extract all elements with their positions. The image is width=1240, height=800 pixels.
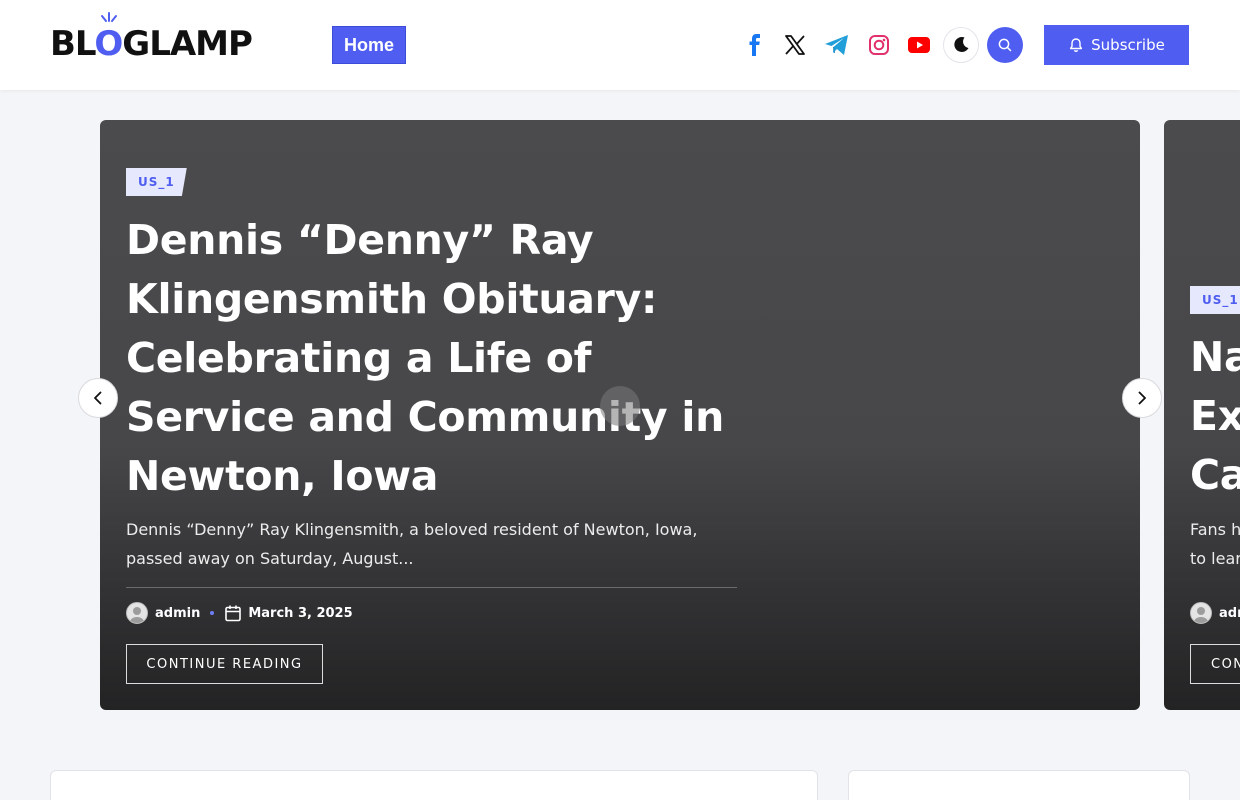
slide-excerpt: Fans h to lear (1190, 515, 1240, 573)
excerpt-line: Fans h (1190, 520, 1240, 539)
nav-home-link[interactable]: Home (332, 26, 406, 64)
chevron-left-icon (94, 391, 102, 405)
category-badge[interactable]: US_1 (1190, 286, 1240, 314)
author-name[interactable]: adm (1219, 606, 1240, 621)
slider-next-button[interactable] (1122, 378, 1162, 418)
post-meta: admin March 3, 2025 (126, 601, 353, 625)
calendar-icon (224, 604, 242, 622)
site-header: BLO GLAMP Home Subscribe (0, 0, 1240, 90)
meta-separator (210, 611, 215, 615)
content-card (50, 770, 818, 800)
category-badge[interactable]: US_1 (126, 168, 187, 196)
title-line: Ca (1190, 451, 1240, 499)
next-slide[interactable]: US_1 Na Ex Ca Fans h to lear adm CON (1164, 120, 1240, 710)
bell-icon (1070, 38, 1083, 53)
post-date[interactable]: March 3, 2025 (248, 606, 352, 621)
continue-reading-button[interactable]: CON (1190, 644, 1240, 684)
slide-title[interactable]: Dennis “Denny” Ray Klingensmith Obituary… (126, 211, 766, 506)
chevron-right-icon (1138, 391, 1146, 405)
avatar[interactable] (1190, 602, 1212, 624)
subscribe-button[interactable]: Subscribe (1044, 25, 1189, 65)
logo-spark-icon (101, 12, 118, 22)
avatar[interactable] (126, 602, 148, 624)
site-logo[interactable]: BLO GLAMP (50, 12, 253, 66)
subscribe-label: Subscribe (1091, 36, 1165, 54)
slide-excerpt: Dennis “Denny” Ray Klingensmith, a belov… (126, 520, 698, 568)
slide-divider (126, 587, 737, 588)
instagram-icon[interactable] (863, 29, 895, 61)
excerpt-line: to lear (1190, 549, 1240, 568)
youtube-icon[interactable] (903, 29, 935, 61)
dark-mode-toggle[interactable] (943, 27, 979, 63)
slide-title[interactable]: Na Ex Ca (1190, 328, 1240, 505)
title-line: Na (1190, 333, 1240, 381)
facebook-icon[interactable] (739, 29, 771, 61)
logo-accent-letter: O (94, 12, 123, 64)
x-twitter-icon[interactable] (779, 29, 811, 61)
search-icon (998, 38, 1012, 52)
logo-text: BLO GLAMP (50, 12, 253, 64)
continue-reading-button[interactable]: CONTINUE READING (126, 644, 323, 684)
author-name[interactable]: admin (155, 606, 200, 621)
title-line: Ex (1190, 392, 1240, 440)
post-meta: adm (1190, 601, 1240, 625)
search-button[interactable] (987, 27, 1023, 63)
slider-prev-button[interactable] (78, 378, 118, 418)
sidebar-card (848, 770, 1190, 800)
slide-loader (600, 386, 640, 426)
telegram-icon[interactable] (821, 29, 853, 61)
moon-icon (954, 37, 969, 53)
